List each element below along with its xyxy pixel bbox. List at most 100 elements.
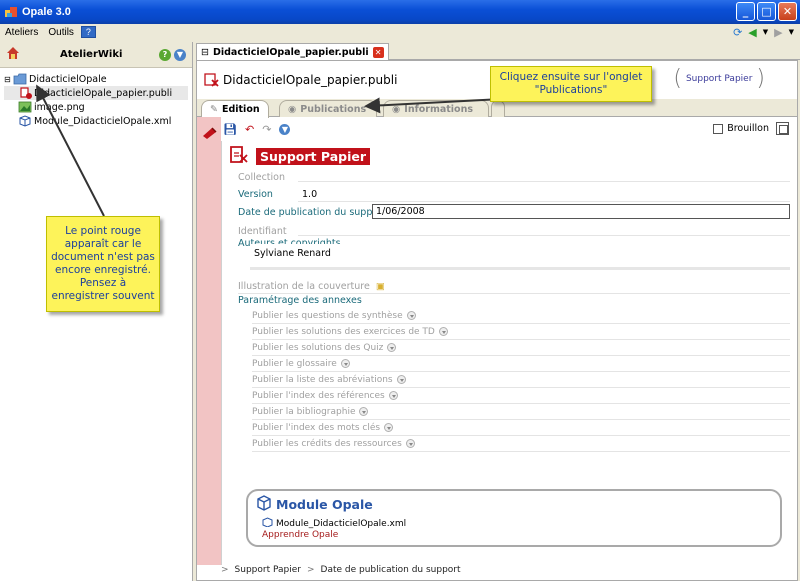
module-cube-icon xyxy=(18,115,32,127)
image-file-icon xyxy=(18,101,32,113)
edition-toolbar: 💾︎ ↶ ↷ ▼ xyxy=(223,123,291,136)
callout-red-dot: Le point rouge apparaît car le document … xyxy=(46,216,160,312)
dropdown-icon[interactable] xyxy=(359,407,369,416)
eye-icon: ◉ xyxy=(392,103,401,115)
menu-help[interactable]: ? xyxy=(80,26,96,38)
forward-dropdown-icon[interactable]: ▼ xyxy=(789,28,794,36)
tree-item-module[interactable]: Module_DidacticielOpale.xml xyxy=(4,114,188,128)
workshop-home-icon[interactable] xyxy=(6,46,20,63)
dropdown-icon[interactable] xyxy=(387,343,397,352)
editor-tab-label: DidacticielOpale_papier.publi xyxy=(212,46,369,58)
module-cube-icon xyxy=(262,517,273,530)
window-title: Opale 3.0 xyxy=(22,6,71,18)
collapse-icon[interactable]: ⊟ xyxy=(4,75,13,84)
brouillon-checkbox[interactable] xyxy=(713,123,724,134)
badge-label: Support Papier xyxy=(685,74,753,84)
authors-field[interactable]: Sylviane Renard xyxy=(250,244,790,270)
workshop-menu-icon[interactable]: ▼ xyxy=(174,48,186,61)
breadcrumb-item[interactable]: Support Papier xyxy=(235,565,301,575)
save-icon[interactable]: 💾︎ xyxy=(223,123,237,136)
minimize-button[interactable]: _ xyxy=(736,2,755,21)
annexe-item[interactable]: Publier la liste des abréviations xyxy=(252,373,406,386)
module-cube-icon xyxy=(256,495,272,514)
back-arrow-icon[interactable]: ◀ xyxy=(748,26,756,39)
close-button[interactable]: ✕ xyxy=(778,2,797,21)
nav-icons: ⟳ ◀ ▼ ▶ ▼ xyxy=(733,24,794,40)
publi-unsaved-icon xyxy=(203,73,221,90)
menu-outils[interactable]: Outils xyxy=(43,27,79,38)
tab-publications[interactable]: ◉ Publications xyxy=(279,100,377,117)
annexe-item[interactable]: Publier l'index des références xyxy=(252,389,398,402)
tree-item-label: DidacticielOpale_papier.publi xyxy=(34,87,173,99)
cover-label: Illustration de la couverture ▣ xyxy=(238,280,385,292)
tree-item-folder[interactable]: ⊟ DidacticielOpale xyxy=(4,72,188,86)
close-tab-icon[interactable]: ✕ xyxy=(372,46,384,58)
tree-item-image[interactable]: image.png xyxy=(4,100,188,114)
maximize-button[interactable]: □ xyxy=(757,2,776,21)
undo-icon[interactable]: ↶ xyxy=(245,123,254,136)
tab-edition[interactable]: ✎ Edition xyxy=(201,100,269,118)
tree-item-label: image.png xyxy=(34,101,85,113)
eye-icon: ◉ xyxy=(288,103,297,115)
forward-arrow-icon[interactable]: ▶ xyxy=(774,26,782,39)
publi-unsaved-icon xyxy=(18,87,32,99)
date-input[interactable]: 1/06/2008 xyxy=(372,204,790,219)
annexe-item[interactable]: Publier la bibliographie xyxy=(252,405,369,418)
dropdown-icon[interactable] xyxy=(438,327,448,336)
brouillon-label: Brouillon xyxy=(727,123,769,134)
tab-informations[interactable]: ◉ Informations xyxy=(383,100,489,117)
tree-item-label: Module_DidacticielOpale.xml xyxy=(34,115,172,127)
folder-icon xyxy=(13,73,27,85)
annexes-label: Paramétrage des annexes xyxy=(238,294,362,306)
dropdown-icon[interactable] xyxy=(406,311,416,320)
edit-pencil-icon: ✎ xyxy=(210,104,218,115)
attach-image-icon[interactable]: ▣ xyxy=(376,281,385,292)
module-reference[interactable]: Module Opale Module_DidacticielOpale.xml… xyxy=(246,489,782,547)
dropdown-icon[interactable] xyxy=(384,423,394,432)
collection-label: Collection xyxy=(238,171,285,183)
callout-publications: Cliquez ensuite sur l'onglet "Publicatio… xyxy=(490,66,652,102)
maximize-editor-button[interactable] xyxy=(776,122,789,135)
back-dropdown-icon[interactable]: ▼ xyxy=(763,28,768,36)
brouillon-toggle[interactable]: Brouillon xyxy=(713,123,769,134)
date-label: Date de publication du support xyxy=(238,206,386,218)
annexe-item[interactable]: Publier les questions de synthèse xyxy=(252,309,416,322)
menu-bar: Ateliers Outils ? xyxy=(0,24,800,40)
tab-extra[interactable] xyxy=(491,100,505,117)
breadcrumb-item[interactable]: Date de publication du support xyxy=(321,565,461,575)
help-icon[interactable]: ? xyxy=(159,48,171,61)
edition-body: 💾︎ ↶ ↷ ▼ Brouillon Support Papier Collec… xyxy=(197,117,797,581)
annexe-item[interactable]: Publier les solutions des Quiz xyxy=(252,341,397,354)
tree-item-label: DidacticielOpale xyxy=(29,73,107,85)
dropdown-icon[interactable] xyxy=(340,359,350,368)
annexe-item[interactable]: Publier le glossaire xyxy=(252,357,350,370)
version-value[interactable]: 1.0 xyxy=(302,189,317,200)
form-title: Support Papier xyxy=(228,145,371,168)
support-papier-icon xyxy=(228,145,250,168)
annexe-item[interactable]: Publier l'index des mots clés xyxy=(252,421,394,434)
workshop-header: AtelierWiki ? ▼ xyxy=(0,42,192,68)
breadcrumb: > Support Papier > Date de publication d… xyxy=(221,565,461,575)
tree-item-publi[interactable]: DidacticielOpale_papier.publi xyxy=(4,86,188,100)
document-name: DidacticielOpale_papier.publi xyxy=(223,73,398,87)
opale-app-icon xyxy=(4,5,18,19)
dropdown-icon[interactable] xyxy=(396,375,406,384)
menu-ateliers[interactable]: Ateliers xyxy=(0,27,43,38)
dropdown-icon[interactable] xyxy=(405,439,415,448)
dropdown-icon[interactable] xyxy=(388,391,398,400)
module-file[interactable]: Module_DidacticielOpale.xml xyxy=(262,517,406,530)
annexe-item[interactable]: Publier les crédits des ressources xyxy=(252,437,415,450)
redo-icon[interactable]: ↷ xyxy=(262,123,271,136)
workshop-title: AtelierWiki xyxy=(60,49,123,60)
red-pencil-icon xyxy=(202,126,218,143)
unsaved-marker-bar xyxy=(197,117,221,565)
annexe-item[interactable]: Publier les solutions des exercices de T… xyxy=(252,325,448,338)
collapse-icon: ⊟ xyxy=(201,46,209,58)
editor-tab-publi[interactable]: ⊟ DidacticielOpale_papier.publi ✕ xyxy=(196,43,389,60)
editor-panel: DidacticielOpale_papier.publi (Support P… xyxy=(196,60,798,581)
support-papier-badge: (Support Papier) xyxy=(673,66,765,91)
file-tree: ⊟ DidacticielOpale DidacticielOpale_papi… xyxy=(0,68,192,132)
options-dropdown-icon[interactable]: ▼ xyxy=(279,124,291,135)
support-papier-title: Support Papier xyxy=(256,148,371,165)
refresh-icon[interactable]: ⟳ xyxy=(733,26,742,39)
